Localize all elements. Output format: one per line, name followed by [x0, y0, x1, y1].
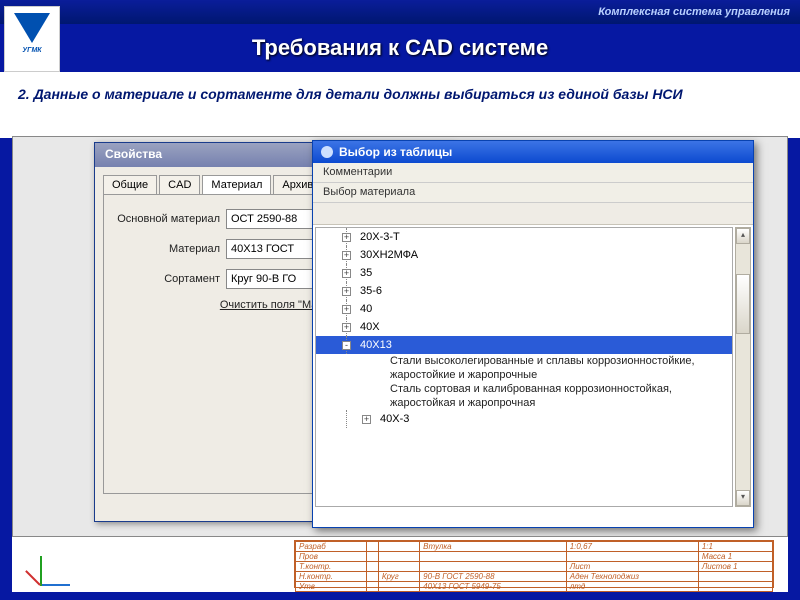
expand-icon[interactable]: + [342, 305, 351, 314]
tree-item: +40Х-3 [316, 410, 732, 428]
scroll-thumb[interactable] [736, 274, 750, 334]
tab-cad[interactable]: CAD [159, 175, 200, 194]
scroll-up-icon[interactable]: ▴ [736, 228, 750, 244]
tab-material[interactable]: Материал [202, 175, 271, 194]
header-strip: Комплексная система управления [0, 0, 800, 24]
logo-text: УГМК [22, 47, 41, 54]
subtitle: 2. Данные о материале и сортаменте для д… [0, 74, 800, 138]
label-sortament: Сортамент [114, 273, 226, 285]
tb-cell: Разраб [296, 542, 367, 552]
label-main-material: Основной материал [114, 213, 226, 225]
tree-item: +40Х [316, 318, 732, 336]
scroll-down-icon[interactable]: ▾ [736, 490, 750, 506]
axis-gizmo [40, 546, 80, 586]
picker-titlebar[interactable]: Выбор из таблицы [313, 141, 753, 163]
axis-y-icon [40, 556, 42, 586]
logo-triangle-icon [14, 13, 50, 43]
picker-title-text: Выбор из таблицы [339, 145, 452, 159]
title-block: РазрабВтулка1:0,671:1 ПровМасса 1 Т.конт… [294, 540, 774, 588]
logo: УГМК [4, 6, 60, 72]
collapse-icon[interactable]: - [342, 341, 351, 350]
expand-icon[interactable]: + [342, 233, 351, 242]
expand-icon[interactable]: + [342, 251, 351, 260]
tree-item: +35-6 [316, 282, 732, 300]
tab-common[interactable]: Общие [103, 175, 157, 194]
picker-menu-comments[interactable]: Комментарии [313, 163, 753, 183]
page-title: Требования к CAD системе [0, 35, 800, 61]
system-label: Комплексная система управления [598, 6, 790, 18]
tb-cell: Утв [296, 582, 367, 592]
picker-toolbar [313, 203, 753, 225]
gear-icon [321, 146, 333, 158]
title-row: УГМК Требования к CAD системе [0, 24, 800, 72]
tree-item: +20Х-3-Т [316, 228, 732, 246]
tree-child[interactable]: Стали высоколегированные и сплавы корроз… [316, 354, 732, 382]
expand-icon[interactable]: + [342, 269, 351, 278]
expand-icon[interactable]: + [342, 287, 351, 296]
expand-icon[interactable]: + [342, 323, 351, 332]
tree-item: +40 [316, 300, 732, 318]
label-material: Материал [114, 243, 226, 255]
expand-icon[interactable]: + [362, 415, 371, 424]
tree-child[interactable]: Сталь сортовая и калиброванная коррозион… [316, 382, 732, 410]
axis-x-icon [40, 584, 70, 586]
picker-dialog: Выбор из таблицы Комментарии Выбор матер… [312, 140, 754, 528]
tree-item: +30ХН2МФА [316, 246, 732, 264]
tree-item-selected: -40Х13 [316, 336, 732, 354]
scroll-track[interactable] [736, 244, 750, 490]
tree-item: +35 [316, 264, 732, 282]
picker-menu-select-material[interactable]: Выбор материала [313, 183, 753, 203]
scrollbar[interactable]: ▴ ▾ [735, 227, 751, 507]
tb-cell: Т.контр. [296, 562, 367, 572]
cad-drawing-strip: РазрабВтулка1:0,671:1 ПровМасса 1 Т.конт… [12, 536, 788, 592]
axis-z-icon [25, 570, 41, 586]
tb-cell: Н.контр. [296, 572, 367, 582]
material-tree[interactable]: +20Х-3-Т +30ХН2МФА +35 +35-6 +40 +40Х -4… [315, 227, 733, 507]
tb-cell: Пров [296, 552, 367, 562]
tree-container: +20Х-3-Т +30ХН2МФА +35 +35-6 +40 +40Х -4… [313, 225, 753, 509]
